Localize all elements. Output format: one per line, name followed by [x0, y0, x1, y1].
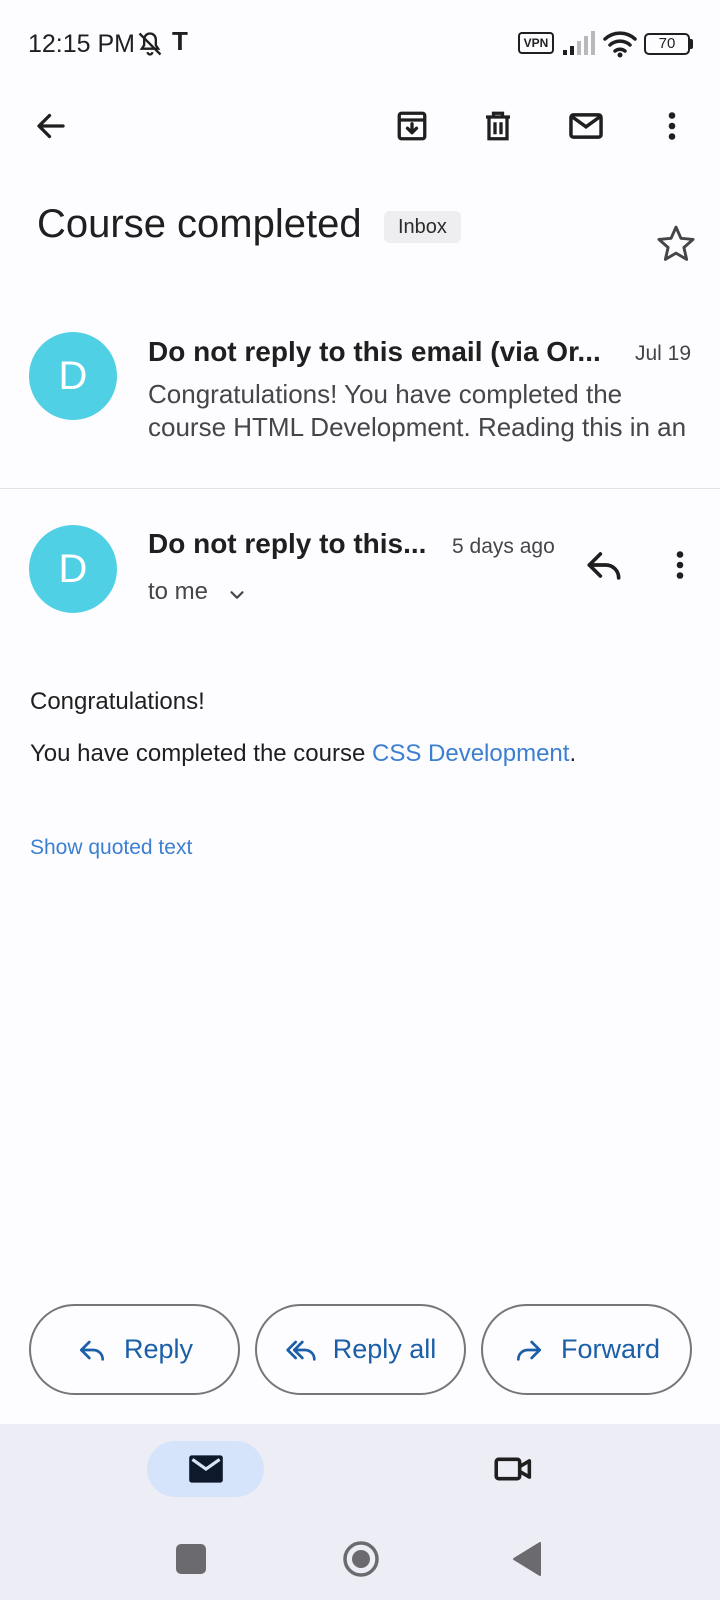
- forward-button[interactable]: Forward: [481, 1304, 692, 1395]
- status-bar: 12:15 PM T VPN 70: [0, 0, 720, 88]
- chevron-down-icon[interactable]: [226, 584, 248, 606]
- back-button[interactable]: [27, 102, 75, 150]
- avatar[interactable]: D: [29, 525, 117, 613]
- archive-button[interactable]: [388, 102, 436, 150]
- forward-label: Forward: [560, 1334, 661, 1364]
- mail-icon: [188, 1455, 223, 1483]
- message-divider: [0, 488, 720, 489]
- back-arrow-icon: [37, 113, 65, 139]
- video-camera-icon: [494, 1457, 532, 1481]
- status-time: 12:15 PM: [28, 30, 136, 58]
- carrier-t-icon: T: [172, 26, 188, 56]
- more-options-button[interactable]: [648, 102, 696, 150]
- course-link[interactable]: CSS Development: [372, 740, 569, 767]
- star-icon[interactable]: [654, 222, 698, 266]
- message-date: Jul 19: [635, 342, 692, 365]
- trash-icon: [486, 111, 510, 141]
- reply-icon[interactable]: [582, 543, 626, 587]
- delete-button[interactable]: [474, 102, 522, 150]
- mark-unread-button[interactable]: [562, 102, 610, 150]
- signal-icon: [563, 31, 595, 55]
- recents-button[interactable]: [176, 1544, 206, 1574]
- message-sender[interactable]: Do not reply to this email (via Or...: [148, 336, 618, 368]
- archive-icon: [397, 111, 427, 141]
- message-sender[interactable]: Do not reply to this...: [148, 528, 430, 560]
- home-button[interactable]: [342, 1540, 380, 1578]
- message-body-greeting: Congratulations!: [30, 688, 205, 715]
- reply-all-button[interactable]: Reply all: [255, 1304, 466, 1395]
- vpn-icon: VPN: [518, 32, 554, 54]
- message-body-line: You have completed the course CSS Develo…: [30, 740, 576, 768]
- mail-icon: [569, 113, 603, 139]
- battery-icon: 70: [644, 33, 690, 55]
- reply-button[interactable]: Reply: [29, 1304, 240, 1395]
- battery-nub: [690, 39, 693, 49]
- nav-mail-tab[interactable]: [147, 1441, 264, 1497]
- body-text-suffix: .: [569, 740, 577, 767]
- wifi-icon: [603, 31, 637, 58]
- reply-icon: [79, 1340, 104, 1361]
- message-time: 5 days ago: [452, 535, 555, 558]
- inbox-label-chip[interactable]: Inbox: [384, 211, 461, 243]
- avatar[interactable]: D: [29, 332, 117, 420]
- bell-off-icon: [138, 32, 162, 56]
- more-vert-icon[interactable]: [662, 543, 698, 587]
- more-vert-icon: [668, 112, 676, 140]
- reply-all-label: Reply all: [332, 1334, 437, 1364]
- reply-label: Reply: [123, 1334, 194, 1364]
- reply-all-icon: [286, 1340, 316, 1361]
- body-text-prefix: You have completed the course: [30, 740, 373, 767]
- recipient-details[interactable]: to me: [148, 578, 208, 606]
- nav-meet-tab[interactable]: [490, 1447, 538, 1491]
- system-back-button[interactable]: [510, 1540, 544, 1578]
- forward-icon: [516, 1340, 541, 1361]
- thread-subject: Course completed: [37, 202, 362, 246]
- show-quoted-text-link[interactable]: Show quoted text: [30, 836, 192, 860]
- message-snippet[interactable]: Congratulations! You have completed the …: [148, 378, 693, 444]
